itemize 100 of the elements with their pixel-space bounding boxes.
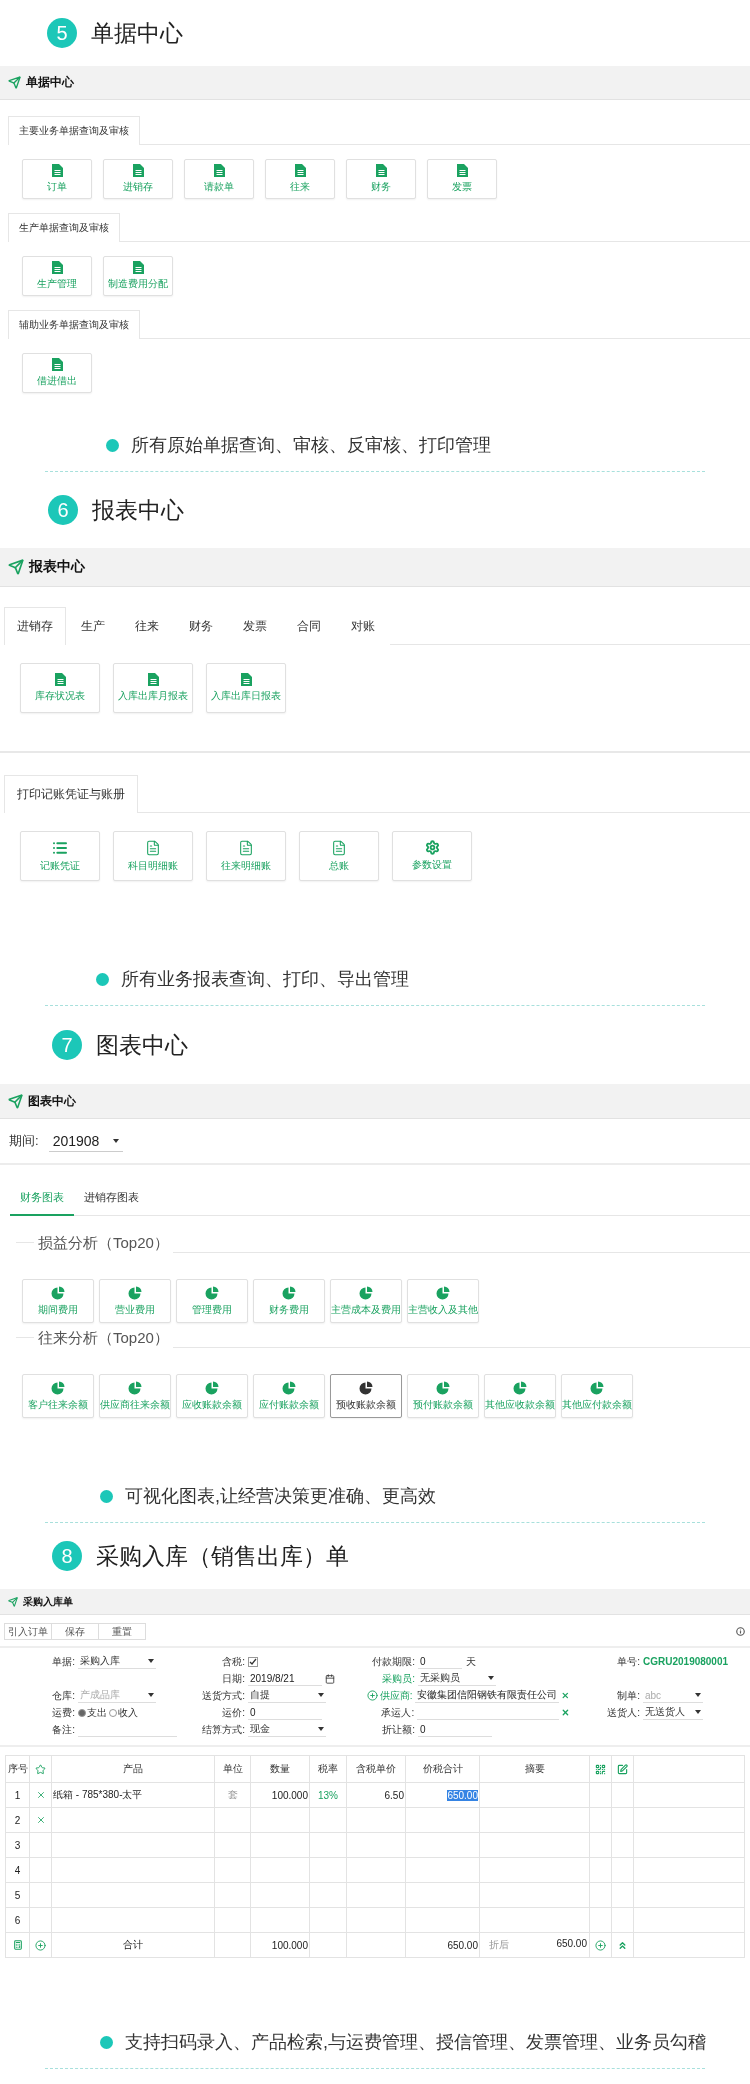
input-field[interactable]: 0 <box>248 1705 322 1720</box>
report-tile-button[interactable]: 科目明细账 <box>113 831 193 881</box>
qr-code-icon[interactable] <box>595 1763 606 1775</box>
info-icon[interactable] <box>736 1627 745 1636</box>
add-icon[interactable] <box>366 1690 378 1701</box>
chart-tile-button[interactable]: 其他应付款余额 <box>561 1374 633 1418</box>
feature-text: 所有业务报表查询、打印、导出管理 <box>121 968 409 991</box>
input-field[interactable]: 0 <box>418 1654 462 1669</box>
chart-tile-button[interactable]: 财务费用 <box>253 1279 325 1323</box>
field-label: 承运人: <box>381 1705 415 1720</box>
pie-chart-icon <box>51 1380 65 1395</box>
document-tile-button[interactable]: 制造费用分配 <box>103 256 173 296</box>
document-tile-button[interactable]: 往来 <box>265 159 335 199</box>
delete-icon[interactable] <box>35 1790 46 1800</box>
report-tile-button[interactable]: 入库出库月报表 <box>113 663 193 713</box>
report-tile-button[interactable]: 库存状况表 <box>20 663 100 713</box>
document-tile-button[interactable]: 财务 <box>346 159 416 199</box>
star-icon[interactable] <box>35 1763 46 1775</box>
toolbar-button[interactable]: 引入订单 <box>4 1623 52 1640</box>
group-tab[interactable]: 辅助业务单据查询及审核 <box>8 310 140 339</box>
input-field[interactable]: 0 <box>418 1722 492 1737</box>
select-field[interactable]: 自提 <box>248 1688 326 1703</box>
chart-tile-button[interactable]: 主营成本及费用 <box>330 1279 402 1323</box>
step-number-badge: 6 <box>48 495 78 525</box>
pie-chart-icon <box>128 1380 142 1395</box>
select-field[interactable]: 无采购员 <box>418 1671 496 1686</box>
chart-tile-button[interactable]: 管理费用 <box>176 1279 248 1323</box>
report-tile-button[interactable]: 往来明细账 <box>206 831 286 881</box>
field-label: 日期: <box>222 1671 245 1686</box>
feature-text: 支持扫码录入、产品检索,与运费管理、授信管理、发票管理、业务员勾稽 <box>125 2031 706 2054</box>
group-tab[interactable]: 主要业务单据查询及审核 <box>8 116 140 145</box>
clear-icon[interactable] <box>561 1691 570 1700</box>
field-label: 期间: <box>9 1132 39 1150</box>
add-icon[interactable] <box>595 1939 606 1951</box>
document-icon <box>51 164 63 177</box>
document-icon <box>294 164 306 177</box>
chart-tile-button[interactable]: 主营收入及其他 <box>407 1279 479 1323</box>
table-cell-text: 650.00 <box>556 1938 587 1951</box>
chart-tile-button[interactable]: 供应商往来余额 <box>99 1374 171 1418</box>
document-tile-button[interactable]: 借进借出 <box>22 353 92 393</box>
chart-tile-button[interactable]: 其他应收款余额 <box>484 1374 556 1418</box>
table-cell: 650.00 <box>447 1789 478 1801</box>
chart-tile-button[interactable]: 期间费用 <box>22 1279 94 1323</box>
period-select[interactable]: 201908 <box>48 1130 124 1152</box>
select-field[interactable]: 无送货人 <box>643 1705 703 1720</box>
chart-tile-button[interactable]: 客户往来余额 <box>22 1374 94 1418</box>
chart-tile-button[interactable]: 应收账款余额 <box>176 1374 248 1418</box>
section-title: 单据中心 <box>91 18 183 48</box>
radio-option[interactable]: 收入 <box>109 1705 140 1720</box>
field-label: 送货方式: <box>202 1688 245 1703</box>
lookup-field[interactable]: 安徽集团信阳钢铁有限责任公司 <box>415 1688 560 1703</box>
report-tile-button[interactable]: 入库出库日报表 <box>206 663 286 713</box>
document-tile-button[interactable]: 订单 <box>22 159 92 199</box>
radio-icon[interactable] <box>78 1708 86 1717</box>
chart-tile-button[interactable]: 预付账款余额 <box>407 1374 479 1418</box>
chart-tile-button[interactable]: 预收账款余额 <box>330 1374 402 1418</box>
report-tile-button[interactable]: 记账凭证 <box>20 831 100 881</box>
calendar-icon[interactable] <box>325 1673 335 1684</box>
delete-icon[interactable] <box>35 1815 46 1825</box>
chart-tile-button[interactable]: 营业费用 <box>99 1279 171 1323</box>
document-tile-button[interactable]: 请款单 <box>184 159 254 199</box>
tab[interactable]: 进销存图表 <box>74 1181 149 1216</box>
add-row-icon[interactable] <box>35 1939 46 1951</box>
document-tile-button[interactable]: 发票 <box>427 159 497 199</box>
tab[interactable]: 财务图表 <box>10 1181 74 1216</box>
table-cell: 合计 <box>123 1939 143 1950</box>
table-cell: 折后 <box>489 1938 509 1952</box>
group-tab[interactable]: 生产单据查询及审核 <box>8 213 120 242</box>
report-tile-button[interactable]: 参数设置 <box>392 831 472 881</box>
caret-icon <box>148 1659 154 1663</box>
collapse-icon[interactable] <box>617 1939 628 1951</box>
chart-tile-button[interactable]: 应付账款余额 <box>253 1374 325 1418</box>
column-header: 税率 <box>309 1755 347 1783</box>
pie-chart-icon <box>205 1285 219 1300</box>
checkbox[interactable] <box>248 1656 258 1667</box>
clear-icon[interactable] <box>561 1708 570 1717</box>
edit-icon[interactable] <box>617 1763 628 1775</box>
tab[interactable]: 打印记账凭证与账册 <box>4 775 138 813</box>
field-label: 运价: <box>222 1705 245 1720</box>
table-cell: 650.00 <box>447 1939 478 1951</box>
caret-icon <box>148 1693 154 1697</box>
field-label: 运费: <box>52 1705 75 1720</box>
field-label: 付款期限: <box>372 1654 415 1669</box>
table-cell: 6 <box>14 1914 21 1926</box>
calculator-icon[interactable] <box>12 1940 23 1950</box>
table-cell: 3 <box>14 1839 21 1851</box>
tab[interactable]: 进销存 <box>4 607 66 645</box>
select-field[interactable]: 采购入库 <box>78 1654 156 1669</box>
report-tile-button[interactable]: 总账 <box>299 831 379 881</box>
toolbar-button[interactable]: 重置 <box>98 1623 146 1640</box>
field-label: 仓库: <box>52 1688 75 1703</box>
column-header: 含税单价 <box>346 1755 406 1783</box>
date-field[interactable]: 2019/8/21 <box>248 1671 322 1686</box>
radio-option[interactable]: 支出 <box>78 1705 109 1720</box>
toolbar-button[interactable]: 保存 <box>51 1623 99 1640</box>
document-tile-button[interactable]: 进销存 <box>103 159 173 199</box>
radio-icon[interactable] <box>109 1708 117 1717</box>
select-field[interactable]: 现金 <box>248 1722 326 1737</box>
document-tile-button[interactable]: 生产管理 <box>22 256 92 296</box>
caret-icon <box>488 1676 494 1680</box>
